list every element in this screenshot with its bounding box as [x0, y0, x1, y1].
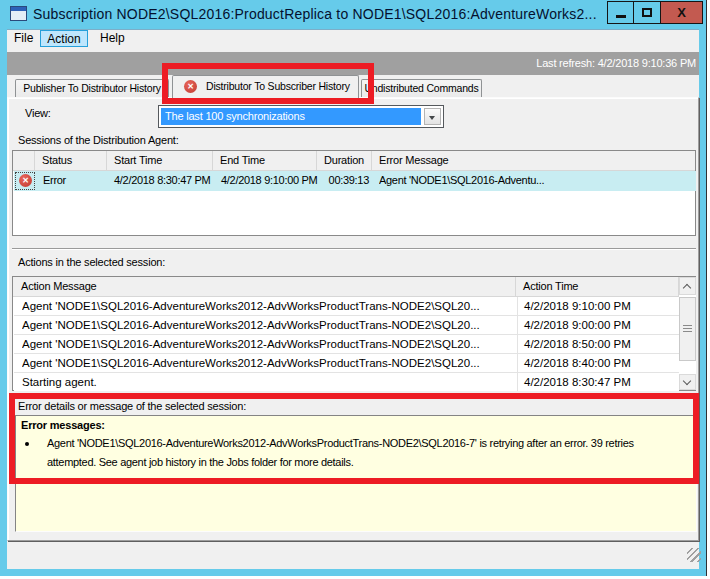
scrollbar-grip-icon: [683, 325, 692, 332]
section-divider: [12, 248, 696, 250]
action-row[interactable]: Agent 'NODE1\SQL2016-AdventureWorks2012-…: [14, 335, 679, 354]
session-end-time: 4/2/2018 9:10:00 PM: [221, 171, 317, 190]
action-row[interactable]: Agent 'NODE1\SQL2016-AdventureWorks2012-…: [14, 316, 679, 335]
window-title: Subscription NODE2\SQL2016:ProductReplic…: [33, 4, 605, 24]
action-time: 4/2/2018 8:40:00 PM: [517, 354, 677, 372]
menu-help[interactable]: Help: [93, 30, 132, 47]
action-message: Agent 'NODE1\SQL2016-AdventureWorks2012-…: [22, 297, 508, 315]
view-dropdown-button[interactable]: [424, 108, 441, 125]
sessions-label: Sessions of the Distribution Agent:: [18, 134, 179, 146]
tab-publisher-label: Publisher To Distributor History: [23, 82, 161, 94]
view-dropdown[interactable]: The last 100 synchronizations: [158, 105, 444, 128]
error-details-label: Error details or message of the selected…: [18, 400, 246, 412]
close-button[interactable]: X: [660, 1, 703, 24]
window: Subscription NODE2\SQL2016:ProductReplic…: [0, 0, 707, 576]
action-message: Starting agent.: [22, 373, 508, 391]
sessions-header: Status Start Time End Time Duration Erro…: [13, 151, 695, 171]
scrollbar-thumb[interactable]: [679, 297, 696, 361]
tab-publisher-to-distributor-history[interactable]: Publisher To Distributor History: [15, 79, 169, 97]
action-row[interactable]: Agent 'NODE1\SQL2016-AdventureWorks2012-…: [14, 354, 679, 373]
action-time: 4/2/2018 9:00:00 PM: [517, 316, 677, 334]
scroll-down-button[interactable]: [679, 374, 696, 390]
sessions-col-start[interactable]: Start Time: [107, 151, 213, 171]
action-row[interactable]: Starting agent. 4/2/2018 8:30:47 PM: [14, 373, 679, 391]
tab-undistributed-label: Undistributed Commands: [364, 82, 478, 94]
actions-header: Action Message Action Time: [13, 277, 695, 297]
chevron-down-icon: [683, 377, 691, 385]
app-icon: [10, 6, 27, 21]
sessions-col-status[interactable]: Status: [35, 151, 107, 171]
bullet-icon: [25, 442, 29, 446]
maximize-icon: [642, 8, 652, 17]
session-duration: 00:39:13: [318, 171, 369, 190]
error-message-text: Agent 'NODE1\SQL2016-AdventureWorks2012-…: [47, 434, 665, 472]
sessions-col-duration[interactable]: Duration: [317, 151, 372, 171]
actions-col-time[interactable]: Action Time: [516, 277, 679, 297]
scroll-up-button[interactable]: [679, 277, 696, 295]
tab-distributor-to-subscriber-history[interactable]: ✕ Distributor To Subscriber History: [172, 75, 359, 98]
session-status-icon-cell: ✕: [14, 171, 36, 191]
actions-col-message[interactable]: Action Message: [13, 277, 516, 297]
action-time: 4/2/2018 8:30:47 PM: [517, 373, 677, 391]
session-status: Error: [43, 171, 66, 190]
maximize-button[interactable]: [633, 1, 661, 24]
menu-file[interactable]: File: [7, 30, 40, 47]
session-error-message: Agent 'NODE1\SQL2016-Adventu...: [379, 171, 694, 190]
action-time: 4/2/2018 8:50:00 PM: [517, 335, 677, 353]
tab-undistributed-commands[interactable]: Undistributed Commands: [361, 79, 482, 97]
action-time: 4/2/2018 9:10:00 PM: [517, 297, 677, 315]
error-details-box: [15, 415, 697, 532]
action-row[interactable]: Agent 'NODE1\SQL2016-AdventureWorks2012-…: [14, 297, 679, 316]
last-refresh-bar: Last refresh: 4/2/2018 9:10:36 PM: [7, 52, 699, 75]
view-dropdown-value: The last 100 synchronizations: [161, 108, 421, 125]
resize-grip[interactable]: [687, 548, 701, 562]
actions-table: Action Message Action Time Agent 'NODE1\…: [12, 276, 696, 391]
last-refresh-text: Last refresh: 4/2/2018 9:10:36 PM: [536, 57, 696, 69]
session-start-time: 4/2/2018 8:30:47 PM: [114, 171, 210, 190]
action-message: Agent 'NODE1\SQL2016-AdventureWorks2012-…: [22, 335, 508, 353]
session-row[interactable]: ✕ Error 4/2/2018 8:30:47 PM 4/2/2018 9:1…: [14, 171, 696, 191]
view-label: View:: [25, 107, 51, 119]
actions-scrollbar: [679, 277, 696, 390]
action-message: Agent 'NODE1\SQL2016-AdventureWorks2012-…: [22, 316, 508, 334]
chevron-down-icon: [429, 116, 435, 120]
action-message: Agent 'NODE1\SQL2016-AdventureWorks2012-…: [22, 354, 508, 372]
sessions-col-error[interactable]: Error Message: [372, 151, 695, 171]
sessions-col-icon[interactable]: [13, 151, 35, 171]
close-icon: X: [661, 2, 702, 23]
sessions-table: Status Start Time End Time Duration Erro…: [12, 150, 696, 236]
menu-action[interactable]: Action: [40, 30, 88, 47]
minimize-button[interactable]: [607, 1, 634, 24]
error-messages-heading: Error messages:: [21, 419, 105, 431]
minimize-icon: [616, 15, 626, 18]
actions-label: Actions in the selected session:: [18, 256, 165, 268]
sessions-col-end[interactable]: End Time: [213, 151, 317, 171]
chevron-up-icon: [683, 284, 691, 292]
error-status-icon: ✕: [19, 174, 32, 187]
tab-error-icon: ✕: [184, 80, 197, 93]
tab-distributor-label: Distributor To Subscriber History: [206, 80, 350, 92]
